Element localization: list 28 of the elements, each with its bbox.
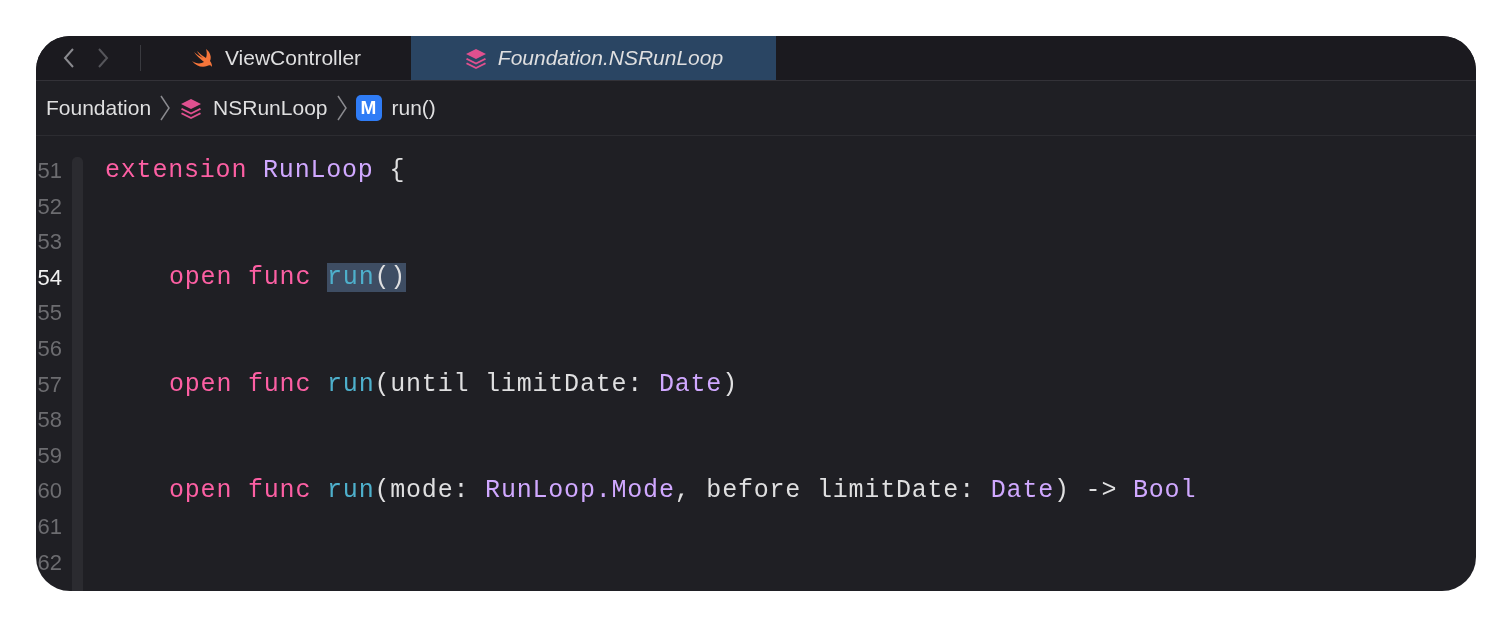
line-number: 59 (37, 441, 62, 470)
line-number: 53 (37, 228, 62, 257)
editor-tab[interactable]: Foundation.NSRunLoop (411, 36, 776, 80)
line-number: 55 (37, 299, 62, 328)
editor-tab[interactable]: ViewController (141, 36, 411, 80)
stack-icon (179, 97, 204, 119)
line-number: 52 (37, 192, 62, 221)
line-number: 56 (37, 334, 62, 363)
stack-icon (463, 47, 488, 69)
line-number: 54 (37, 263, 62, 292)
breadcrumb-item[interactable]: run() (391, 96, 436, 120)
chevron-icon (159, 94, 172, 122)
breadcrumb-item[interactable]: NSRunLoop (213, 96, 328, 120)
line-number: 57 (37, 370, 62, 399)
line-number: 51 (37, 157, 62, 185)
back-icon[interactable] (62, 47, 76, 69)
method-badge: M (355, 95, 382, 121)
swift-icon (190, 47, 215, 69)
chevron-icon (335, 94, 348, 122)
line-number: 58 (37, 406, 62, 435)
code-line: open func run(until limitDate: Date) (168, 368, 739, 401)
line-number: 61 (37, 512, 62, 541)
line-number: 60 (37, 477, 62, 506)
line-number: 62 (37, 548, 62, 577)
code-line: extension RunLoop { (105, 155, 407, 187)
code-line: open func run() (168, 261, 408, 294)
code-line: open func run(mode: RunLoop.Mode, before limitDate: Date) -> Bool (168, 475, 1197, 508)
breadcrumb-item[interactable]: Foundation (46, 96, 152, 120)
